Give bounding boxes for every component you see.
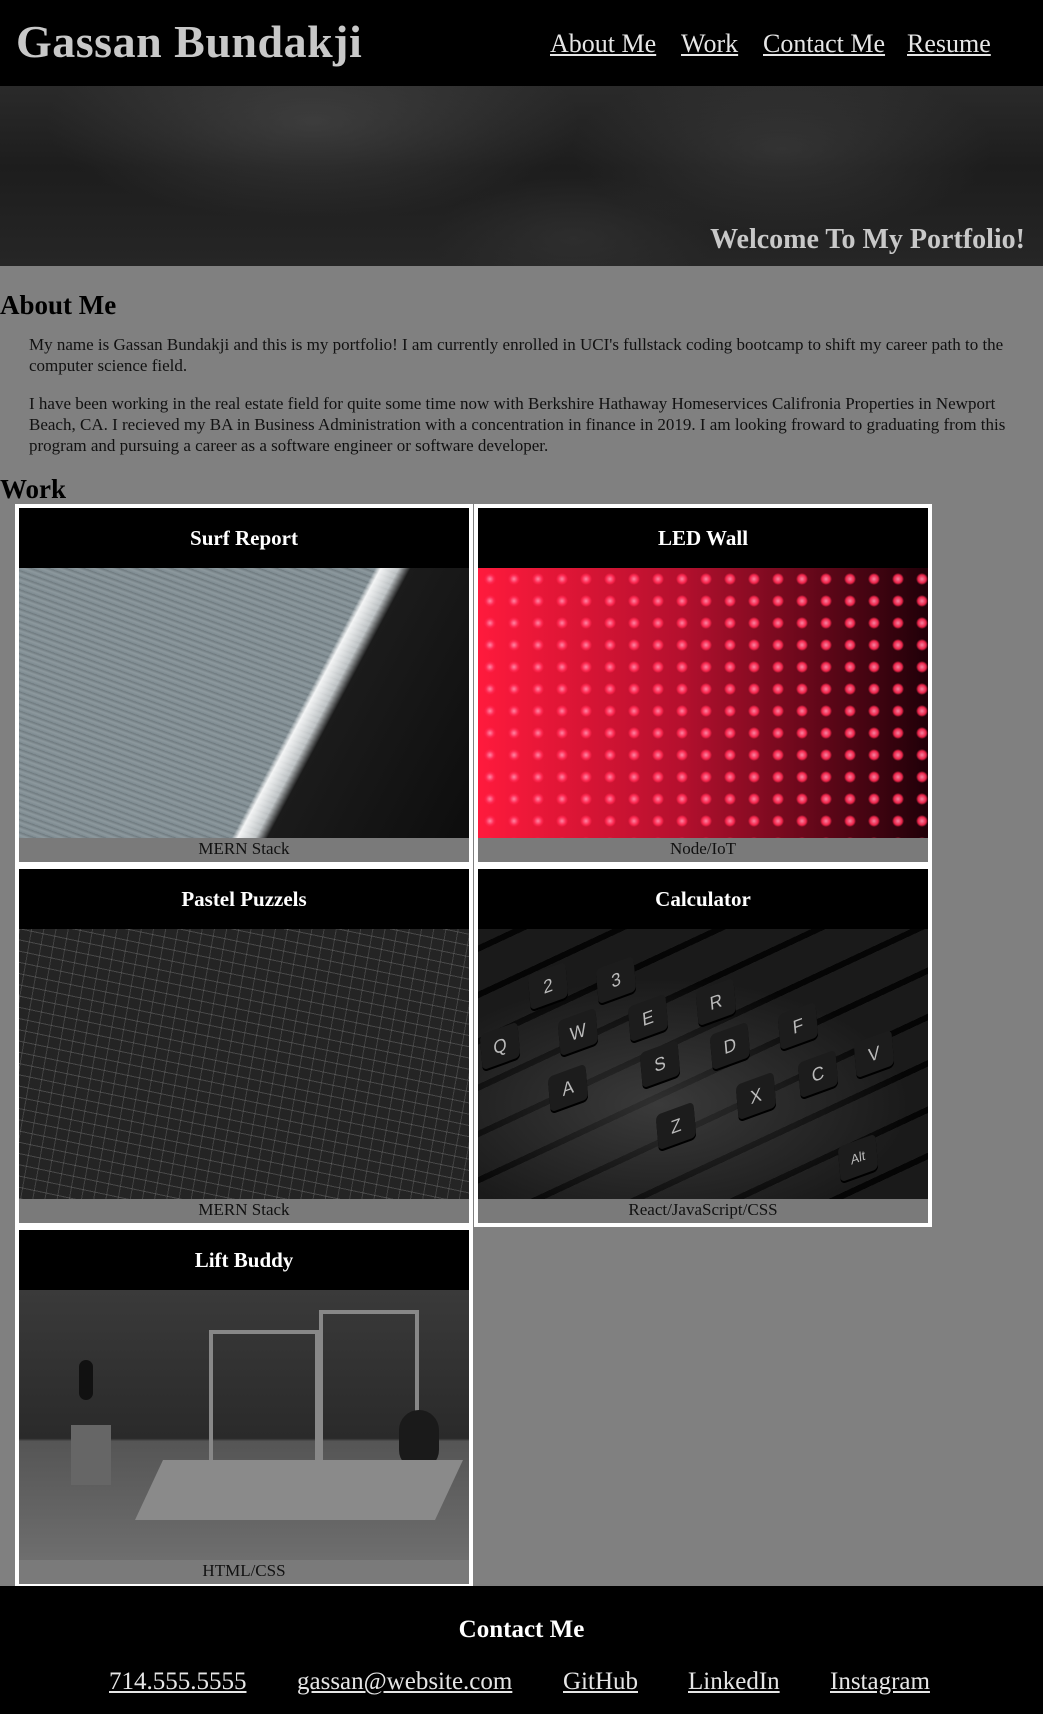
project-tech: React/JavaScript/CSS bbox=[628, 1200, 778, 1219]
keyboard-key: W bbox=[557, 1007, 599, 1057]
project-title: LED Wall bbox=[478, 508, 928, 568]
project-tech: Node/IoT bbox=[669, 839, 737, 858]
keyboard-key: Z bbox=[655, 1101, 697, 1151]
project-tech: MERN Stack bbox=[198, 839, 290, 858]
keyboard-key: A bbox=[547, 1063, 589, 1113]
punching-bag-shape bbox=[79, 1360, 93, 1400]
hero-banner: Welcome To My Portfolio! bbox=[0, 86, 1043, 266]
plyo-box-shape bbox=[71, 1425, 111, 1485]
nav-link-about[interactable]: About Me bbox=[550, 26, 656, 62]
nav-link-resume[interactable]: Resume bbox=[907, 26, 991, 62]
footer-link-github[interactable]: GitHub bbox=[563, 1666, 638, 1698]
footer-link-instagram[interactable]: Instagram bbox=[830, 1666, 930, 1698]
nav-link-contact[interactable]: Contact Me bbox=[763, 26, 885, 62]
keyboard-key: 2 bbox=[527, 961, 569, 1011]
puzzle-pieces-photo[interactable] bbox=[19, 929, 469, 1199]
keyboard-key: X bbox=[735, 1071, 777, 1121]
project-card-led-wall[interactable]: LED Wall Node/IoT bbox=[474, 504, 932, 866]
work-heading: Work bbox=[0, 474, 67, 504]
keyboard-key: Alt bbox=[837, 1133, 879, 1183]
keyboard-key: Q bbox=[479, 1021, 521, 1071]
keyboard-key: D bbox=[709, 1021, 751, 1071]
red-led-wall-photo[interactable] bbox=[478, 568, 928, 838]
keyboard-key: 3 bbox=[595, 955, 637, 1005]
project-card-surf-report[interactable]: Surf Report MERN Stack bbox=[15, 504, 473, 866]
keyboard-photo[interactable]: 2 3 W E R Q A S D F Z X C V Alt bbox=[478, 929, 928, 1199]
keyboard-key: S bbox=[639, 1039, 681, 1089]
project-title: Calculator bbox=[478, 869, 928, 929]
keyboard-key: C bbox=[797, 1049, 839, 1099]
about-heading: About Me bbox=[0, 290, 117, 320]
keyboard-key: V bbox=[853, 1029, 895, 1079]
footer-link-email[interactable]: gassan@website.com bbox=[297, 1666, 512, 1698]
project-card-pastel-puzzels[interactable]: Pastel Puzzels MERN Stack bbox=[15, 865, 473, 1227]
project-card-lift-buddy[interactable]: Lift Buddy HTML/CSS bbox=[15, 1226, 473, 1588]
footer-link-linkedin[interactable]: LinkedIn bbox=[688, 1666, 780, 1698]
about-paragraph-2: I have been working in the real estate f… bbox=[29, 394, 1006, 455]
project-title: Pastel Puzzels bbox=[19, 869, 469, 929]
project-tech: MERN Stack bbox=[198, 1200, 290, 1219]
project-tech: HTML/CSS bbox=[202, 1561, 286, 1580]
project-card-calculator[interactable]: Calculator 2 3 W E R Q A S D F Z X C V A… bbox=[474, 865, 932, 1227]
keyboard-key: E bbox=[627, 993, 669, 1043]
footer-links: 714.555.5555 gassan@website.com GitHub L… bbox=[0, 1666, 1043, 1698]
hero-welcome-text: Welcome To My Portfolio! bbox=[710, 224, 1025, 255]
beach-shoreline-photo[interactable] bbox=[19, 568, 469, 838]
keyboard-key: R bbox=[695, 977, 737, 1027]
site-title: Gassan Bundakji bbox=[16, 16, 363, 67]
main-nav: About Me Work Contact Me Resume bbox=[550, 26, 1000, 62]
site-header: Gassan Bundakji About Me Work Contact Me… bbox=[0, 0, 1043, 86]
project-title: Lift Buddy bbox=[19, 1230, 469, 1290]
site-footer: Contact Me 714.555.5555 gassan@website.c… bbox=[0, 1586, 1043, 1714]
footer-link-phone[interactable]: 714.555.5555 bbox=[109, 1666, 247, 1698]
footer-contact-heading: Contact Me bbox=[458, 1616, 585, 1643]
gym-photo[interactable] bbox=[19, 1290, 469, 1560]
about-paragraph-1: My name is Gassan Bundakji and this is m… bbox=[29, 335, 1004, 375]
project-title: Surf Report bbox=[19, 508, 469, 568]
nav-link-work[interactable]: Work bbox=[681, 26, 738, 62]
lifting-platform-shape bbox=[135, 1460, 463, 1520]
keyboard-key: F bbox=[777, 1001, 819, 1051]
